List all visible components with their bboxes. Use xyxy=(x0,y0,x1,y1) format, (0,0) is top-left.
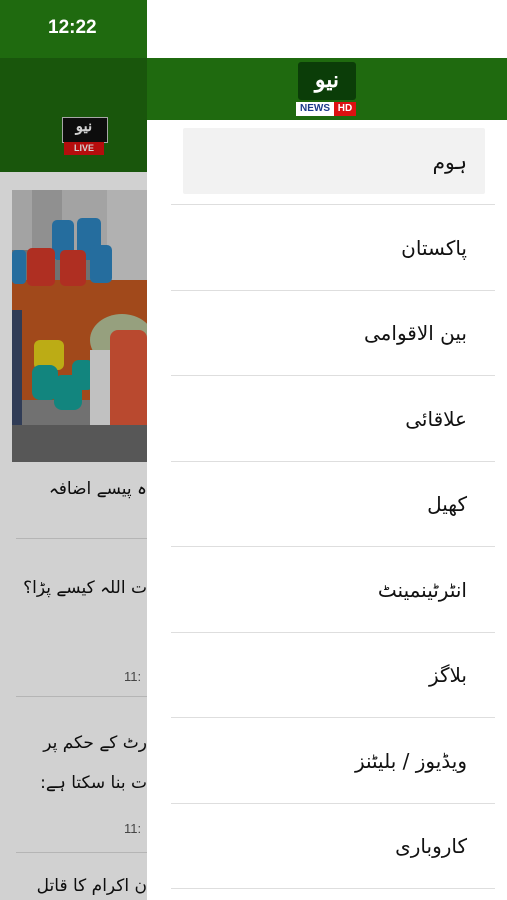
menu-item-label: بلاگز xyxy=(428,663,467,687)
menu-item-business[interactable]: کاروباری xyxy=(171,804,495,889)
menu-item-label: بین الاقوامی xyxy=(364,321,467,345)
drawer-scrim[interactable] xyxy=(0,58,147,900)
menu-item-home[interactable]: ہوم xyxy=(171,120,495,205)
menu-item-label: کھیل xyxy=(427,492,467,516)
menu-item-regional[interactable]: علاقائی xyxy=(171,377,495,462)
menu-item-sports[interactable]: کھیل xyxy=(171,462,495,547)
menu-item-videos-bulletins[interactable]: ویڈیوز / بلیٹنز xyxy=(171,719,495,804)
menu-item-blogs[interactable]: بلاگز xyxy=(171,633,495,718)
menu-item-international[interactable]: بین الاقوامی xyxy=(171,291,495,376)
menu-item-label: علاقائی xyxy=(405,407,467,431)
menu-item-entertainment[interactable]: انٹرٹینمینٹ xyxy=(171,548,495,633)
menu-item-label: ہوم xyxy=(432,150,467,174)
drawer-header: نیو NEWS HD xyxy=(147,58,507,120)
status-time: 12:22 xyxy=(48,17,97,38)
navigation-drawer: نیو NEWS HD ہوم پاکستان بین الاقوامی علا… xyxy=(147,0,507,900)
neo-news-hd-logo: نیو NEWS HD xyxy=(296,62,358,118)
menu-item-label: پاکستان xyxy=(401,236,467,260)
menu-item-label: کاروباری xyxy=(395,834,467,858)
menu-item-pakistan[interactable]: پاکستان xyxy=(171,206,495,291)
menu-item-label: ویڈیوز / بلیٹنز xyxy=(354,749,467,773)
menu-item-label: انٹرٹینمینٹ xyxy=(377,578,467,602)
